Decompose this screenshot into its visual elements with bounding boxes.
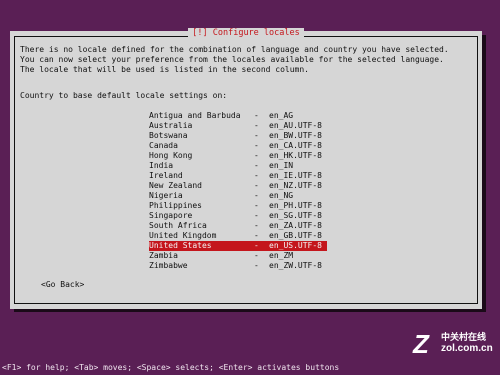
- separator: -: [254, 191, 259, 200]
- country-name: Philippines: [149, 201, 202, 210]
- list-item[interactable]: Nigeria - en_NG: [149, 191, 327, 201]
- list-item[interactable]: India - en_IN: [149, 161, 327, 171]
- locale-prompt: Country to base default locale settings …: [20, 91, 228, 100]
- locale-code: en_HK.UTF-8: [269, 151, 322, 160]
- country-name: Singapore: [149, 211, 193, 220]
- locale-code: en_IN: [269, 161, 294, 170]
- list-item[interactable]: United Kingdom - en_GB.UTF-8: [149, 231, 327, 241]
- separator: -: [254, 181, 259, 190]
- locale-code: en_GB.UTF-8: [269, 231, 322, 240]
- configure-locales-dialog: [!] Configure locales There is no locale…: [10, 28, 482, 309]
- country-name: United Kingdom: [149, 231, 217, 240]
- locale-code: en_PH.UTF-8: [269, 201, 322, 210]
- separator: -: [254, 201, 259, 210]
- list-item[interactable]: Australia - en_AU.UTF-8: [149, 121, 327, 131]
- help-bar: <F1> for help; <Tab> moves; <Space> sele…: [2, 363, 340, 372]
- list-item[interactable]: Zambia - en_ZM: [149, 251, 327, 261]
- list-item[interactable]: South Africa - en_ZA.UTF-8: [149, 221, 327, 231]
- zol-watermark: Z 中关村在线 zol.com.cn: [413, 330, 497, 358]
- separator: -: [254, 221, 259, 230]
- list-item[interactable]: Singapore - en_SG.UTF-8: [149, 211, 327, 221]
- country-name: United States: [149, 241, 212, 250]
- dialog-title-bar: [!] Configure locales: [10, 28, 482, 38]
- country-name: Botswana: [149, 131, 188, 140]
- country-name: New Zealand: [149, 181, 202, 190]
- separator: -: [254, 261, 259, 270]
- list-item[interactable]: Ireland - en_IE.UTF-8: [149, 171, 327, 181]
- country-name: Ireland: [149, 171, 183, 180]
- dialog-message: There is no locale defined for the combi…: [20, 45, 449, 74]
- list-item[interactable]: Hong Kong - en_HK.UTF-8: [149, 151, 327, 161]
- dialog-shadow-right: [482, 35, 486, 312]
- separator: -: [254, 161, 259, 170]
- locale-code: en_NG: [269, 191, 294, 200]
- country-name: Zambia: [149, 251, 178, 260]
- locale-code: en_ZM: [269, 251, 294, 260]
- dialog-shadow-bottom: [14, 309, 486, 312]
- locale-code: en_ZW.UTF-8: [269, 261, 322, 270]
- zol-logo-icon: Z: [413, 329, 429, 359]
- country-name: Australia: [149, 121, 193, 130]
- list-item[interactable]: Canada - en_CA.UTF-8: [149, 141, 327, 151]
- list-item[interactable]: Antigua and Barbuda - en_AG: [149, 111, 327, 121]
- locale-code: en_AU.UTF-8: [269, 121, 322, 130]
- country-name: Zimbabwe: [149, 261, 188, 270]
- country-name: South Africa: [149, 221, 207, 230]
- separator: -: [254, 211, 259, 220]
- locale-code: en_US.UTF-8: [269, 241, 322, 250]
- locale-code: en_CA.UTF-8: [269, 141, 322, 150]
- watermark-url: zol.com.cn: [441, 343, 493, 354]
- country-name: Antigua and Barbuda: [149, 111, 241, 120]
- separator: -: [254, 111, 259, 120]
- separator: -: [254, 241, 259, 250]
- locale-code: en_BW.UTF-8: [269, 131, 322, 140]
- locale-code: en_SG.UTF-8: [269, 211, 322, 220]
- list-item[interactable]: New Zealand - en_NZ.UTF-8: [149, 181, 327, 191]
- country-name: Hong Kong: [149, 151, 193, 160]
- locale-code: en_NZ.UTF-8: [269, 181, 322, 190]
- dialog-title: [!] Configure locales: [188, 28, 304, 38]
- locale-code: en_ZA.UTF-8: [269, 221, 322, 230]
- separator: -: [254, 121, 259, 130]
- country-locale-list[interactable]: Antigua and Barbuda - en_AG Australia - en_AU…: [149, 111, 327, 271]
- locale-code: en_IE.UTF-8: [269, 171, 322, 180]
- separator: -: [254, 131, 259, 140]
- separator: -: [254, 171, 259, 180]
- separator: -: [254, 231, 259, 240]
- country-name: India: [149, 161, 174, 170]
- watermark-name: 中关村在线: [441, 332, 487, 342]
- separator: -: [254, 141, 259, 150]
- country-name: Nigeria: [149, 191, 183, 200]
- list-item[interactable]: Botswana - en_BW.UTF-8: [149, 131, 327, 141]
- list-item-selected[interactable]: United States - en_US.UTF-8: [149, 241, 327, 251]
- list-item[interactable]: Zimbabwe - en_ZW.UTF-8: [149, 261, 327, 271]
- list-item[interactable]: Philippines - en_PH.UTF-8: [149, 201, 327, 211]
- separator: -: [254, 251, 259, 260]
- country-name: Canada: [149, 141, 178, 150]
- locale-code: en_AG: [269, 111, 294, 120]
- go-back-button[interactable]: <Go Back>: [41, 280, 84, 290]
- separator: -: [254, 151, 259, 160]
